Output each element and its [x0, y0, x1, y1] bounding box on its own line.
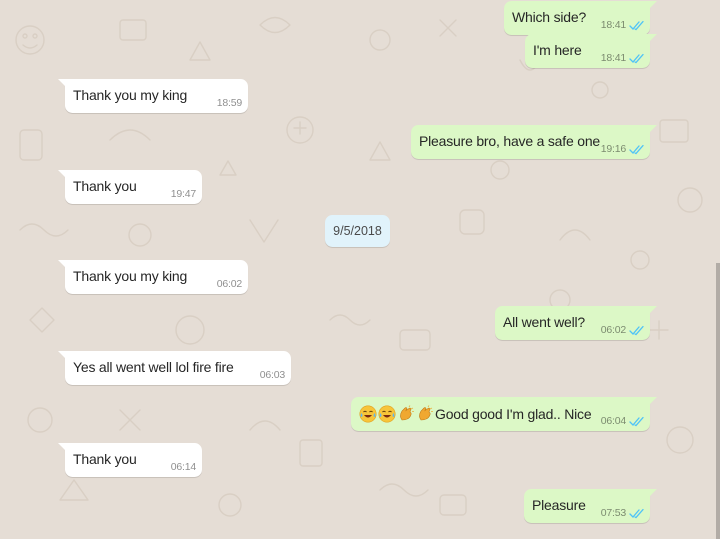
double-check-read-icon: [629, 416, 644, 427]
double-check-read-icon: [629, 53, 644, 64]
message-time: 06:04: [600, 415, 626, 427]
message-text: Thank you my king: [73, 268, 188, 284]
message-time: 18:59: [216, 97, 242, 109]
message-text: Pleasure bro, have a safe one: [419, 133, 600, 149]
incoming-message[interactable]: Thank you 19:47: [58, 170, 202, 204]
outgoing-message[interactable]: Pleasure bro, have a safe one 19:16: [411, 125, 657, 159]
chat-background: Which side? 18:41 I'm here 18:41 Thank y…: [0, 0, 720, 539]
double-check-read-icon: [629, 325, 644, 336]
double-check-read-icon: [629, 20, 644, 31]
message-content: Good good I'm glad.. Nice: [359, 405, 592, 423]
message-text: Thank you: [73, 451, 137, 467]
date-separator: 9/5/2018: [325, 215, 390, 247]
incoming-message[interactable]: Thank you my king 18:59: [58, 79, 248, 113]
message-text: I'm here: [533, 42, 582, 58]
clapping-hands-icon: [419, 405, 433, 421]
message-time: 19:16: [600, 143, 626, 155]
message-text: Pleasure: [532, 497, 586, 513]
message-text: Thank you my king: [73, 87, 188, 103]
outgoing-message[interactable]: Pleasure 07:53: [524, 489, 657, 523]
outgoing-message[interactable]: I'm here 18:41: [525, 34, 657, 68]
incoming-message[interactable]: Thank you my king 06:02: [58, 260, 248, 294]
message-time: 06:03: [259, 369, 285, 381]
message-text: Yes all went well lol fire fire: [73, 359, 234, 375]
message-text: Good good I'm glad.. Nice: [435, 406, 592, 422]
message-text: Thank you: [73, 178, 137, 194]
incoming-message[interactable]: Thank you 06:14: [58, 443, 202, 477]
message-text: All went well?: [503, 314, 586, 330]
outgoing-message[interactable]: All went well? 06:02: [495, 306, 657, 340]
outgoing-message[interactable]: Good good I'm glad.. Nice 06:04: [351, 397, 657, 431]
message-time: 06:14: [170, 461, 196, 473]
incoming-message[interactable]: Yes all went well lol fire fire 06:03: [58, 351, 291, 385]
message-time: 18:41: [600, 52, 626, 64]
face-with-tears-of-joy-icon: [359, 405, 377, 423]
message-time: 07:53: [600, 507, 626, 519]
chat-scrollbar[interactable]: [716, 263, 720, 539]
message-time: 06:02: [216, 278, 242, 290]
message-time: 06:02: [600, 324, 626, 336]
double-check-read-icon: [629, 144, 644, 155]
clapping-hands-icon: [400, 405, 414, 421]
message-time: 18:41: [600, 19, 626, 31]
message-text: Which side?: [512, 9, 587, 25]
double-check-read-icon: [629, 508, 644, 519]
outgoing-message[interactable]: Which side? 18:41: [504, 1, 657, 35]
face-with-tears-of-joy-icon: [378, 405, 396, 423]
message-time: 19:47: [170, 188, 196, 200]
